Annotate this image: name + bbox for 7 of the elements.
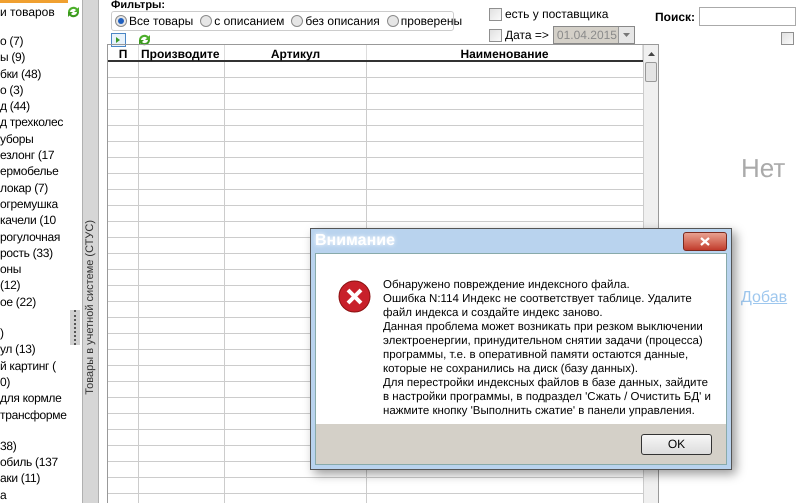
empty-state-text: Нет: [741, 152, 786, 185]
search-label: Поиск:: [655, 8, 696, 26]
sidebar-title: и товаров: [0, 4, 56, 20]
filters-label: Фильтры:: [111, 0, 166, 11]
side-tab-label: Товары в учетной системе (СТУС): [83, 220, 98, 395]
dialog-message: Обнаружено повреждение индексного файла. Ошибка N:114 Индекс не соответствует таблице. Удалите файл индекса и создайте индекс заново. Данная проблема может возникать при резком выключении электроенергии, принудительном снятии задачи (процесса) программы, т.е. в оперативной памяти остаются данные, которые не сохранились на диск (базу данных). Для перестройки индексных файлов в базе данных, зайдите в настройки программы, в подраздел 'Сжать / Очистить БД' и нажмите кнопку 'Выполнить сжатие' в панели управления.: [383, 278, 711, 419]
dialog-title: Внимание: [315, 231, 395, 251]
